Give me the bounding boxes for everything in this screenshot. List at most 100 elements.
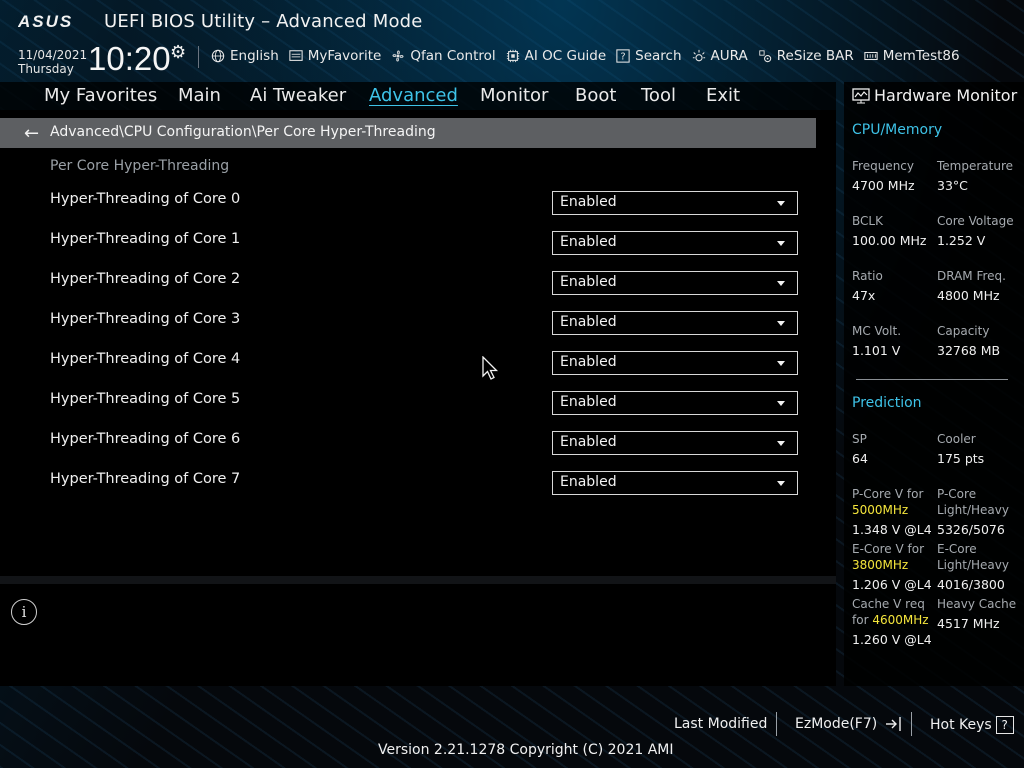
cache-v-freq: 4600MHz (872, 613, 929, 627)
language-button[interactable]: English (210, 48, 279, 64)
mouse-cursor-icon (482, 356, 499, 380)
tab-boot[interactable]: Boot (575, 85, 616, 106)
dropdown-arrow-icon (777, 281, 785, 286)
dropdown-value: Enabled (560, 314, 617, 330)
dropdown-arrow-icon (777, 481, 785, 486)
setting-dropdown[interactable]: Enabled (552, 391, 798, 415)
search-button[interactable]: ? Search (615, 48, 682, 64)
resize-bar-label: ReSize BAR (776, 48, 854, 64)
panel-divider (0, 576, 836, 584)
toolbar-separator (198, 46, 199, 68)
breadcrumb: ← Advanced\CPU Configuration\Per Core Hy… (0, 118, 816, 148)
setting-row: Hyper-Threading of Core 6 Enabled (0, 431, 836, 471)
ecore-v-value: 1.206 V @L4 (852, 577, 932, 592)
tab-monitor[interactable]: Monitor (480, 85, 548, 106)
cache-v-label-line2: for 4600MHz (852, 612, 929, 628)
tab-exit[interactable]: Exit (706, 85, 740, 106)
last-modified-button[interactable]: Last Modified (674, 716, 767, 732)
setting-dropdown[interactable]: Enabled (552, 471, 798, 495)
tab-advanced[interactable]: Advanced (369, 85, 458, 106)
main-tabs: My Favorites Main Ai Tweaker Advanced Mo… (0, 82, 836, 110)
ezmode-label: EzMode(F7) (795, 716, 878, 732)
setting-dropdown[interactable]: Enabled (552, 191, 798, 215)
cooler-label: Cooler (937, 432, 976, 446)
asus-logo: ASUS (18, 12, 73, 30)
ecore-v-label-text: E-Core V for (852, 542, 925, 556)
tab-main[interactable]: Main (178, 85, 221, 106)
dropdown-arrow-icon (777, 361, 785, 366)
toolbar: English MyFavorite Qfan Control AI OC Gu… (210, 46, 969, 66)
mc-volt-value: 1.101 V (852, 343, 901, 358)
cpu-memory-title: CPU/Memory (852, 122, 943, 138)
dram-freq-value: 4800 MHz (937, 288, 1000, 303)
monitor-icon (852, 87, 870, 103)
setting-dropdown[interactable]: Enabled (552, 271, 798, 295)
ratio-value: 47x (852, 288, 876, 303)
ai-oc-icon (506, 49, 519, 63)
cooler-value: 175 pts (937, 451, 985, 466)
qfan-label: Qfan Control (410, 48, 496, 64)
setting-dropdown[interactable]: Enabled (552, 231, 798, 255)
pcore-v-value: 1.348 V @L4 (852, 522, 932, 537)
ai-oc-guide-button[interactable]: AI OC Guide (505, 48, 606, 64)
back-arrow-icon[interactable]: ← (24, 123, 39, 144)
cache-v-label: Cache V req for 4600MHz (852, 596, 929, 628)
setting-label: Hyper-Threading of Core 5 (50, 391, 241, 407)
gear-icon[interactable]: ⚙ (170, 42, 186, 63)
hot-keys-button[interactable]: Hot Keys? (930, 716, 1014, 734)
ezmode-button[interactable]: EzMode(F7) (795, 716, 904, 732)
qfan-control-button[interactable]: Qfan Control (390, 48, 496, 64)
dropdown-value: Enabled (560, 234, 617, 250)
capacity-label: Capacity (937, 324, 990, 338)
clock: 10:20 (88, 40, 171, 77)
frequency-label: Frequency (852, 159, 914, 173)
myfavorite-button[interactable]: MyFavorite (288, 48, 381, 64)
tab-ai-tweaker[interactable]: Ai Tweaker (250, 85, 346, 106)
hot-keys-label: Hot Keys (930, 717, 992, 733)
core-voltage-label: Core Voltage (937, 214, 1014, 228)
setting-label: Hyper-Threading of Core 1 (50, 231, 241, 247)
fan-icon (392, 50, 404, 62)
help-panel: i (0, 584, 836, 686)
memtest86-button[interactable]: MemTest86 (863, 48, 960, 64)
setting-label: Hyper-Threading of Core 3 (50, 311, 241, 327)
date-display: 11/04/2021 Thursday (18, 48, 87, 76)
sp-label: SP (852, 432, 867, 446)
setting-dropdown[interactable]: Enabled (552, 431, 798, 455)
tab-my-favorites[interactable]: My Favorites (44, 85, 157, 106)
dropdown-value: Enabled (560, 274, 617, 290)
footer-separator (911, 712, 912, 736)
bclk-value: 100.00 MHz (852, 233, 927, 248)
setting-row: Hyper-Threading of Core 0 Enabled (0, 191, 836, 231)
section-title: Per Core Hyper-Threading (50, 158, 230, 174)
pcore-lh-label-line1: P-Core (937, 487, 977, 501)
core-voltage-value: 1.252 V (937, 233, 986, 248)
dropdown-value: Enabled (560, 194, 617, 210)
prediction-title: Prediction (852, 395, 922, 411)
top-bar: ASUS UEFI BIOS Utility – Advanced Mode 1… (0, 0, 1024, 82)
dropdown-arrow-icon (777, 241, 785, 246)
setting-dropdown[interactable]: Enabled (552, 351, 798, 375)
memtest-icon (864, 51, 878, 61)
footer-separator (776, 712, 777, 736)
mc-volt-label: MC Volt. (852, 324, 902, 338)
resize-bar-icon (759, 50, 771, 63)
dropdown-value: Enabled (560, 394, 617, 410)
monitor-divider (856, 379, 1008, 380)
setting-dropdown[interactable]: Enabled (552, 311, 798, 335)
pcore-light-heavy-label: P-Core Light/Heavy (937, 486, 1009, 518)
pcore-v-label-text: P-Core V for (852, 487, 924, 501)
tab-tool[interactable]: Tool (641, 85, 676, 106)
aura-icon (692, 49, 705, 62)
ratio-label: Ratio (852, 269, 883, 283)
dropdown-arrow-icon (777, 201, 785, 206)
favorite-icon (289, 50, 303, 61)
resize-bar-button[interactable]: ReSize BAR (757, 48, 854, 64)
exit-arrow-icon (885, 717, 901, 731)
ecore-lh-label-line2: Light/Heavy (937, 558, 1009, 572)
memtest86-label: MemTest86 (882, 48, 960, 64)
aura-button[interactable]: AURA (691, 48, 748, 64)
settings-panel: ← Advanced\CPU Configuration\Per Core Hy… (0, 110, 836, 576)
bclk-label: BCLK (852, 214, 883, 228)
svg-text:ASUS: ASUS (18, 12, 73, 30)
